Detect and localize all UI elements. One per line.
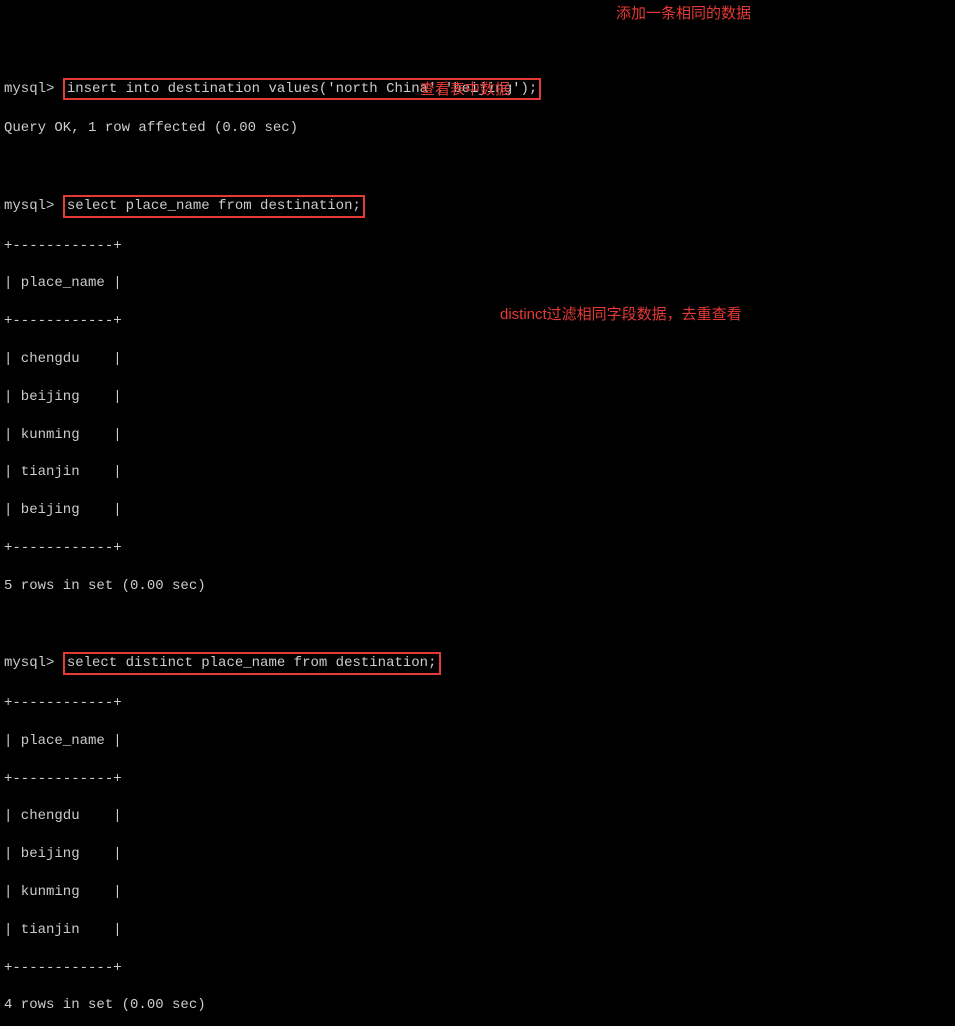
- table-sep: +------------+: [4, 237, 951, 256]
- rows-footer: 4 rows in set (0.00 sec): [4, 996, 951, 1015]
- annotation-select: 查看表中数据: [420, 80, 510, 100]
- table-header: | place_name |: [4, 274, 951, 293]
- sql-select-distinct-command: select distinct place_name from destinat…: [63, 652, 441, 675]
- table-row: | chengdu |: [4, 350, 951, 369]
- table-sep: +------------+: [4, 770, 951, 789]
- mysql-prompt: mysql>: [4, 81, 54, 97]
- table-row: | kunming |: [4, 883, 951, 902]
- table-row: | tianjin |: [4, 921, 951, 940]
- annotation-distinct: distinct过滤相同字段数据，去重查看: [500, 305, 742, 325]
- blank-line: [4, 157, 951, 176]
- table-sep: +------------+: [4, 959, 951, 978]
- table-row: | beijing |: [4, 845, 951, 864]
- annotation-insert: 添加一条相同的数据: [616, 4, 751, 24]
- table-sep: +------------+: [4, 539, 951, 558]
- cmd-line-3: mysql> select distinct place_name from d…: [4, 652, 951, 675]
- table-row: | beijing |: [4, 501, 951, 520]
- cmd-line-2: mysql> select place_name from destinatio…: [4, 195, 951, 218]
- table-sep: +------------+: [4, 694, 951, 713]
- mysql-prompt: mysql>: [4, 198, 54, 214]
- mysql-prompt: mysql>: [4, 655, 54, 671]
- table-sep: +------------+: [4, 312, 951, 331]
- table-row: | beijing |: [4, 388, 951, 407]
- rows-footer: 5 rows in set (0.00 sec): [4, 577, 951, 596]
- table-header: | place_name |: [4, 732, 951, 751]
- blank-line: [4, 615, 951, 634]
- sql-select-command: select place_name from destination;: [63, 195, 365, 218]
- table-row: | kunming |: [4, 426, 951, 445]
- table-row: | chengdu |: [4, 807, 951, 826]
- response-line-1: Query OK, 1 row affected (0.00 sec): [4, 119, 951, 138]
- table-row: | tianjin |: [4, 463, 951, 482]
